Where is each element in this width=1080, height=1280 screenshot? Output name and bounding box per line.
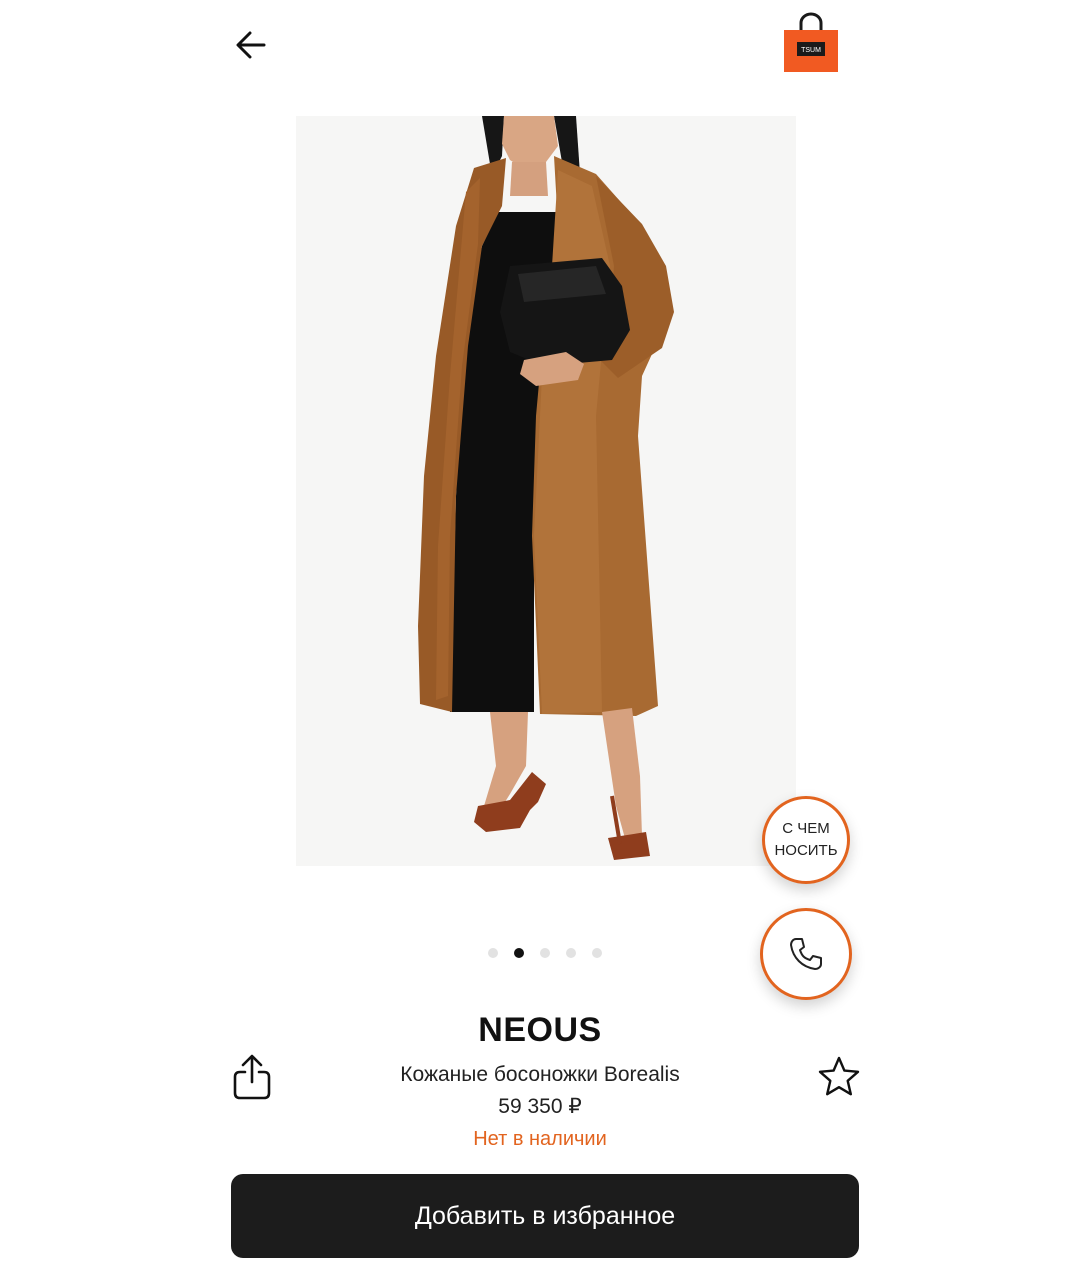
bag-logo-text: TSUM	[801, 47, 821, 54]
arrow-left-icon	[236, 31, 266, 59]
product-info: NEOUS Кожаные босоножки Borealis 59 350 …	[0, 1006, 1080, 1155]
product-price: 59 350 ₽	[498, 1095, 582, 1118]
pagination-dot[interactable]	[592, 948, 602, 958]
star-icon	[818, 1056, 860, 1096]
add-to-favorites-button[interactable]: Добавить в избранное	[231, 1174, 859, 1258]
pagination-dot[interactable]	[566, 948, 576, 958]
cart-button[interactable]: TSUM	[782, 12, 840, 74]
gallery-pagination	[0, 948, 1080, 958]
product-photo-illustration	[296, 116, 796, 866]
product-image[interactable]	[296, 116, 796, 866]
brand-name[interactable]: NEOUS	[0, 1006, 1080, 1054]
shopping-bag-icon: TSUM	[784, 12, 838, 72]
favorite-button[interactable]	[816, 1054, 862, 1100]
top-bar: TSUM	[0, 0, 1080, 100]
back-button[interactable]	[228, 22, 274, 68]
what-to-wear-line1: С ЧЕМ	[782, 820, 830, 837]
availability-status: Нет в наличии	[473, 1128, 607, 1150]
pagination-dot[interactable]	[488, 948, 498, 958]
what-to-wear-line2: НОСИТЬ	[774, 842, 838, 859]
pagination-dot-active[interactable]	[514, 948, 524, 958]
what-to-wear-button[interactable]: С ЧЕМ НОСИТЬ	[762, 796, 850, 884]
pagination-dot[interactable]	[540, 948, 550, 958]
product-name: Кожаные босоножки Borealis	[400, 1063, 680, 1086]
